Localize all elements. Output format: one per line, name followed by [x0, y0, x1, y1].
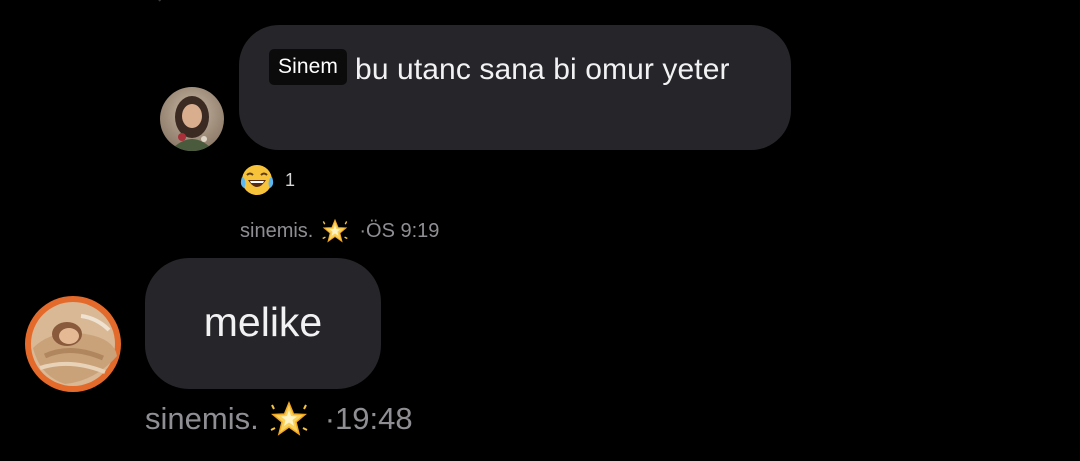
mention-tag: Sinem	[269, 49, 348, 85]
message-bubble[interactable]: Sinem bu utanc sana bi omur yeter	[239, 25, 791, 150]
message-bubble[interactable]: melike	[145, 258, 381, 389]
reaction[interactable]: 1	[238, 163, 295, 197]
glowing-star-icon	[269, 400, 309, 438]
message-time: ·19:48	[324, 401, 413, 436]
message-meta: sinemis. ·ÖS 9:19	[240, 216, 439, 246]
avatar[interactable]	[160, 87, 224, 151]
message-time: ·ÖS 9:19	[359, 219, 440, 242]
face-with-tears-of-joy-icon	[240, 165, 274, 195]
sender-name: sinemis.	[240, 219, 314, 242]
back-chevron-icon[interactable]	[156, 0, 170, 8]
reaction-count: 1	[285, 169, 296, 190]
message-text: Sinem bu utanc sana bi omur yeter	[269, 49, 769, 88]
message-text: melike	[203, 299, 323, 345]
message-meta: sinemis. ·19:48	[145, 397, 413, 441]
glowing-star-icon	[321, 218, 349, 244]
avatar[interactable]	[25, 296, 121, 392]
message-body: bu utanc sana bi omur yeter	[355, 53, 730, 86]
chat-thread: Sinem bu utanc sana bi omur yeter 1 sinem…	[0, 0, 1080, 461]
sender-name: sinemis.	[145, 401, 259, 436]
